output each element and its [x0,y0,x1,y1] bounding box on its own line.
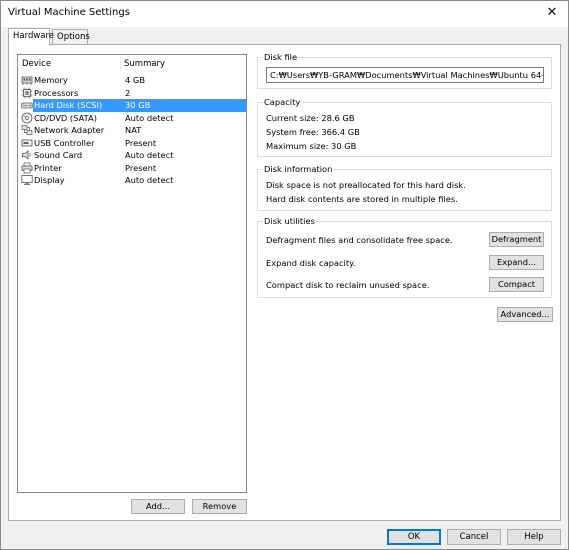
system-free-text: System free: 366.4 GB [266,127,360,137]
sound-card-icon [21,149,33,161]
disk-utilities-group: Disk utilities Defragment files and cons… [257,216,552,298]
title-bar: Virtual Machine Settings ✕ [1,1,568,27]
tab-options[interactable]: Options [52,29,90,45]
cancel-button[interactable]: Cancel [447,529,501,545]
device-summary: Auto detect [125,112,174,123]
cd-dvd-icon [21,112,33,124]
device-name: Sound Card [34,150,83,160]
capacity-group: Capacity Current size: 28.6 GB System fr… [257,97,552,157]
current-size-text: Current size: 28.6 GB [266,113,355,123]
column-divider[interactable] [120,56,121,70]
window-title: Virtual Machine Settings [8,7,130,18]
column-header-summary[interactable]: Summary [124,59,165,69]
device-summary: NAT [125,125,142,135]
compact-button[interactable]: Compact [489,277,544,292]
disk-utilities-label: Disk utilities [263,216,316,226]
disk-file-label: Disk file [263,52,299,62]
advanced-button[interactable]: Advanced... [497,307,553,322]
add-device-button[interactable]: Add... [131,499,185,514]
device-summary: Present [125,137,157,148]
device-name: Printer [34,162,62,173]
processor-icon [21,87,33,99]
device-name: Processors [34,87,79,98]
device-row-cd-dvd[interactable]: CD/DVD (SATA) Auto detect [19,112,247,125]
device-row-memory[interactable]: Memory 4 GB [19,74,247,87]
disk-file-path-field[interactable]: C:₩Users₩YB-GRAM₩Documents₩Virtual Machi… [266,67,544,83]
device-row-processors[interactable]: Processors 2 [19,87,247,100]
device-summary: Present [125,162,157,173]
defragment-button[interactable]: Defragment [489,232,544,247]
device-summary: 2 [125,87,131,98]
compact-description: Compact disk to reclaim unused space. [266,280,430,290]
ok-button[interactable]: OK [387,529,441,545]
disk-file-group: Disk file C:₩Users₩YB-GRAM₩Documents₩Vir… [257,52,552,89]
device-row-hard-disk[interactable]: Hard Disk (SCSI) 30 GB [19,99,247,112]
device-row-sound-card[interactable]: Sound Card Auto detect [19,149,247,162]
disk-information-group: Disk information Disk space is not preal… [257,164,552,211]
printer-icon [21,162,33,174]
column-header-device[interactable]: Device [22,59,51,69]
expand-button[interactable]: Expand... [489,255,544,270]
device-name: USB Controller [34,137,95,148]
device-list[interactable]: Device Summary Memory 4 GB Processors 2 … [17,54,247,493]
device-name: CD/DVD (SATA) [34,112,97,123]
device-summary: 30 GB [125,100,151,110]
hardware-panel: Device Summary Memory 4 GB Processors 2 … [8,44,561,521]
display-icon [21,174,33,186]
device-row-usb-controller[interactable]: USB Controller Present [19,137,247,150]
device-list-header: Device Summary [18,55,246,72]
device-row-display[interactable]: Display Auto detect [19,174,247,187]
device-row-printer[interactable]: Printer Present [19,162,247,175]
device-summary: Auto detect [125,150,174,160]
disk-info-line-1: Disk space is not preallocated for this … [266,180,466,190]
expand-description: Expand disk capacity. [266,258,356,268]
close-icon[interactable]: ✕ [544,4,560,22]
memory-icon [21,74,33,86]
disk-info-line-2: Hard disk contents are stored in multipl… [266,194,458,204]
device-summary: Auto detect [125,175,174,185]
maximum-size-text: Maximum size: 30 GB [266,141,357,151]
usb-icon [21,137,33,149]
device-summary: 4 GB [125,75,146,85]
capacity-label: Capacity [263,97,302,107]
vm-settings-window: Virtual Machine Settings ✕ Hardware Opti… [0,0,569,550]
hard-disk-icon [21,99,33,111]
device-name: Memory [34,75,68,85]
device-name: Display [34,175,65,185]
device-name: Network Adapter [34,125,105,135]
remove-device-button[interactable]: Remove [192,499,247,514]
disk-information-label: Disk information [263,164,334,174]
device-row-network-adapter[interactable]: Network Adapter NAT [19,124,247,137]
tab-hardware[interactable]: Hardware [8,28,54,46]
network-adapter-icon [21,124,33,136]
defragment-description: Defragment files and consolidate free sp… [266,235,453,245]
device-name: Hard Disk (SCSI) [34,100,103,110]
help-button[interactable]: Help [507,529,561,545]
